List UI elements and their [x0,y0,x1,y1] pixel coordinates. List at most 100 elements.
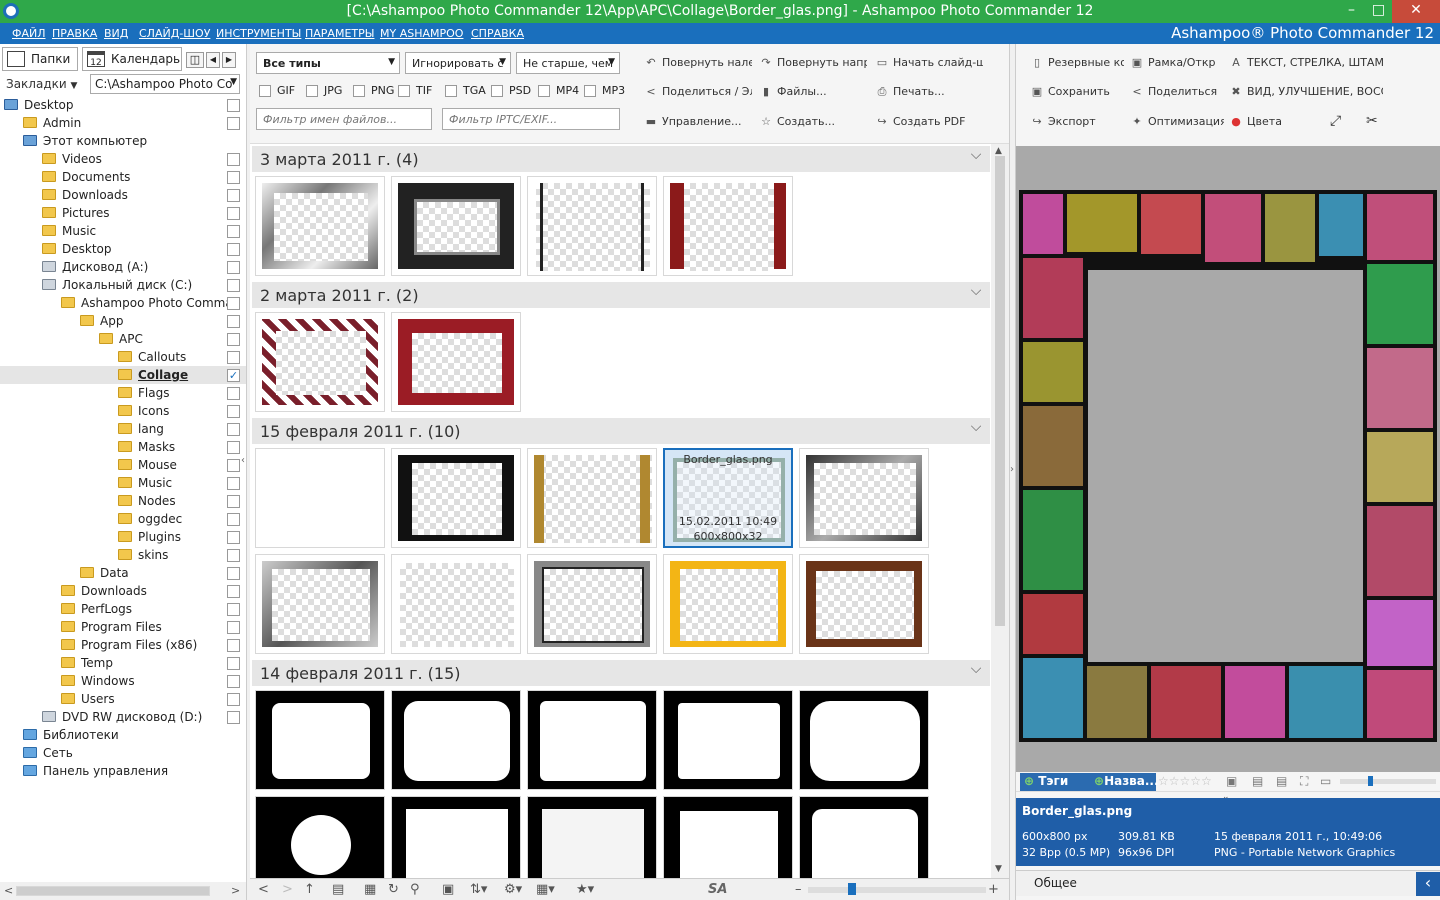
tree-item-checkbox[interactable] [227,189,240,202]
sort-icon[interactable]: ⇅▾ [470,882,487,897]
tree-item-checkbox[interactable] [227,333,240,346]
horizontal-scrollbar[interactable]: < > [0,882,246,900]
ignore-select[interactable]: Игнорировать с ▼ [405,52,511,74]
zoom-slider[interactable] [808,887,986,893]
thumbnail[interactable] [391,554,521,654]
print-button[interactable]: ⎙ Печать... [875,85,983,99]
tags-button[interactable]: ⊕ Тэги [1020,773,1090,791]
split-icon[interactable]: ▤ [1276,774,1287,788]
maximize-button[interactable]: □ [1365,0,1392,23]
tree-item[interactable]: Desktop [0,240,246,258]
share-button[interactable]: < Поделиться / Эл [644,85,752,98]
age-select[interactable]: Не старше, чем ▼ [516,52,620,74]
splitter-handle[interactable]: › [1009,44,1016,900]
type-select[interactable]: Все типы ▼ [256,52,400,74]
text-button[interactable]: A ТЕКСТ, СТРЕЛКА, ШТАМП, [1229,56,1383,69]
tree-item-checkbox[interactable] [227,531,240,544]
tree-item-checkbox[interactable] [227,315,240,328]
tree-item-checkbox[interactable] [227,423,240,436]
tree-item[interactable]: Users [0,690,246,708]
tree-item-checkbox[interactable] [227,405,240,418]
thumbnail[interactable] [527,176,657,276]
tree-item[interactable]: Flags [0,384,246,402]
zoom-out-icon[interactable]: – [795,882,802,897]
group-header[interactable]: 15 февраля 2011 г. (10) ⌵ [252,418,990,444]
tree-item[interactable]: Mouse [0,456,246,474]
filetype-mp3-checkbox[interactable]: MP3 [584,84,625,97]
group-header[interactable]: 2 марта 2011 г. (2) ⌵ [252,282,990,308]
iptc-filter-input[interactable]: Фильтр IPTC/EXIF... [442,108,620,130]
tree-item[interactable]: App [0,312,246,330]
rating-stars[interactable]: ☆☆☆☆☆ [1158,774,1212,788]
filetype-png-checkbox[interactable]: PNG [353,84,394,97]
tree-item[interactable]: Plugins [0,528,246,546]
filetype-tga-checkbox[interactable]: TGA [445,84,486,97]
thumbnail[interactable] [663,554,793,654]
frame-button[interactable]: ▣ Рамка/Откр [1130,56,1224,69]
tree-item[interactable]: Music [0,474,246,492]
tree-item-checkbox[interactable] [227,711,240,724]
filename-filter-input[interactable]: Фильтр имен файлов... [256,108,432,130]
export-button[interactable]: ↪ Экспорт [1030,115,1124,128]
tree-item[interactable]: Desktop [0,96,246,114]
thumbnail[interactable] [391,312,521,412]
preview-zoom-slider[interactable] [1340,779,1436,784]
new-folder-icon[interactable]: ▣ [442,882,454,897]
thumbnail[interactable] [527,554,657,654]
collapse-icon[interactable]: ⌵ [964,419,988,441]
menu-view[interactable]: ВИД [104,27,128,40]
tree-item[interactable]: PerfLogs [0,600,246,618]
menu-edit[interactable]: ПРАВКА [52,27,97,40]
tree-item-checkbox[interactable] [227,639,240,652]
rotate-left-button[interactable]: ↶ Повернуть налев [644,56,752,69]
search-icon[interactable]: ⚲ [410,882,420,897]
thumbnail[interactable] [391,796,521,878]
thumbnail[interactable] [527,690,657,790]
thumbnail[interactable] [799,796,929,878]
up-icon[interactable]: ↑ [304,882,315,897]
tree-item-checkbox[interactable] [227,261,240,274]
monitor-icon[interactable]: ▭ [1320,774,1331,788]
menu-slideshow[interactable]: СЛАЙД-ШОУ [139,27,210,40]
tree-item-checkbox[interactable] [227,603,240,616]
tree-item[interactable]: Masks [0,438,246,456]
tree-item[interactable]: Downloads [0,186,246,204]
tree-item-checkbox[interactable] [227,513,240,526]
tree-item-checkbox[interactable] [227,459,240,472]
thumbnail[interactable] [799,690,929,790]
tree-item-checkbox[interactable] [227,351,240,364]
filetype-mp4-checkbox[interactable]: MP4 [538,84,579,97]
tree-item[interactable]: Этот компьютер [0,132,246,150]
menu-tools[interactable]: ИНСТРУМЕНТЫ [216,27,301,40]
tree-item-checkbox[interactable] [227,243,240,256]
zoom-in-icon[interactable]: + [988,882,999,897]
scroll-thumb[interactable] [16,886,210,896]
tree-item-checkbox[interactable] [227,495,240,508]
image-icon[interactable]: ▣ [1226,774,1237,788]
tree-item[interactable]: Admin [0,114,246,132]
manage-button[interactable]: ▬ Управление... [644,115,752,128]
thumbnail[interactable] [663,796,793,878]
collapse-icon[interactable]: ⌵ [964,283,988,305]
crop-icon[interactable]: ✂ [1366,113,1386,129]
filetype-gif-checkbox[interactable]: GIF [259,84,295,97]
bookmarks-dropdown[interactable]: Закладки ▼ [6,77,77,91]
tree-item[interactable]: Pictures [0,204,246,222]
thumbnail[interactable] [255,176,385,276]
tree-item-checkbox[interactable] [227,675,240,688]
share-button-right[interactable]: < Поделиться [1130,85,1224,98]
rotate-right-button[interactable]: ↷ Повернуть напра [759,56,867,69]
tree-item-checkbox[interactable] [227,621,240,634]
thumbnail[interactable] [391,176,521,276]
tab-folders[interactable]: Папки [2,47,78,71]
thumbnail[interactable] [255,690,385,790]
menu-settings[interactable]: ПАРАМЕТРЫ [305,27,374,40]
view-enhance-button[interactable]: ✖ ВИД, УЛУЧШЕНИЕ, ВОССТ [1229,85,1383,98]
collapse-icon[interactable]: ⌵ [964,147,988,169]
scroll-right-icon[interactable]: > [231,884,240,897]
zoom-slider-thumb[interactable] [848,883,856,895]
backup-button[interactable]: ▯ Резервные ко [1030,56,1124,69]
create-button[interactable]: ☆ Создать... [759,115,867,128]
thumbnail[interactable] [255,796,385,878]
tree-item[interactable]: Videos [0,150,246,168]
